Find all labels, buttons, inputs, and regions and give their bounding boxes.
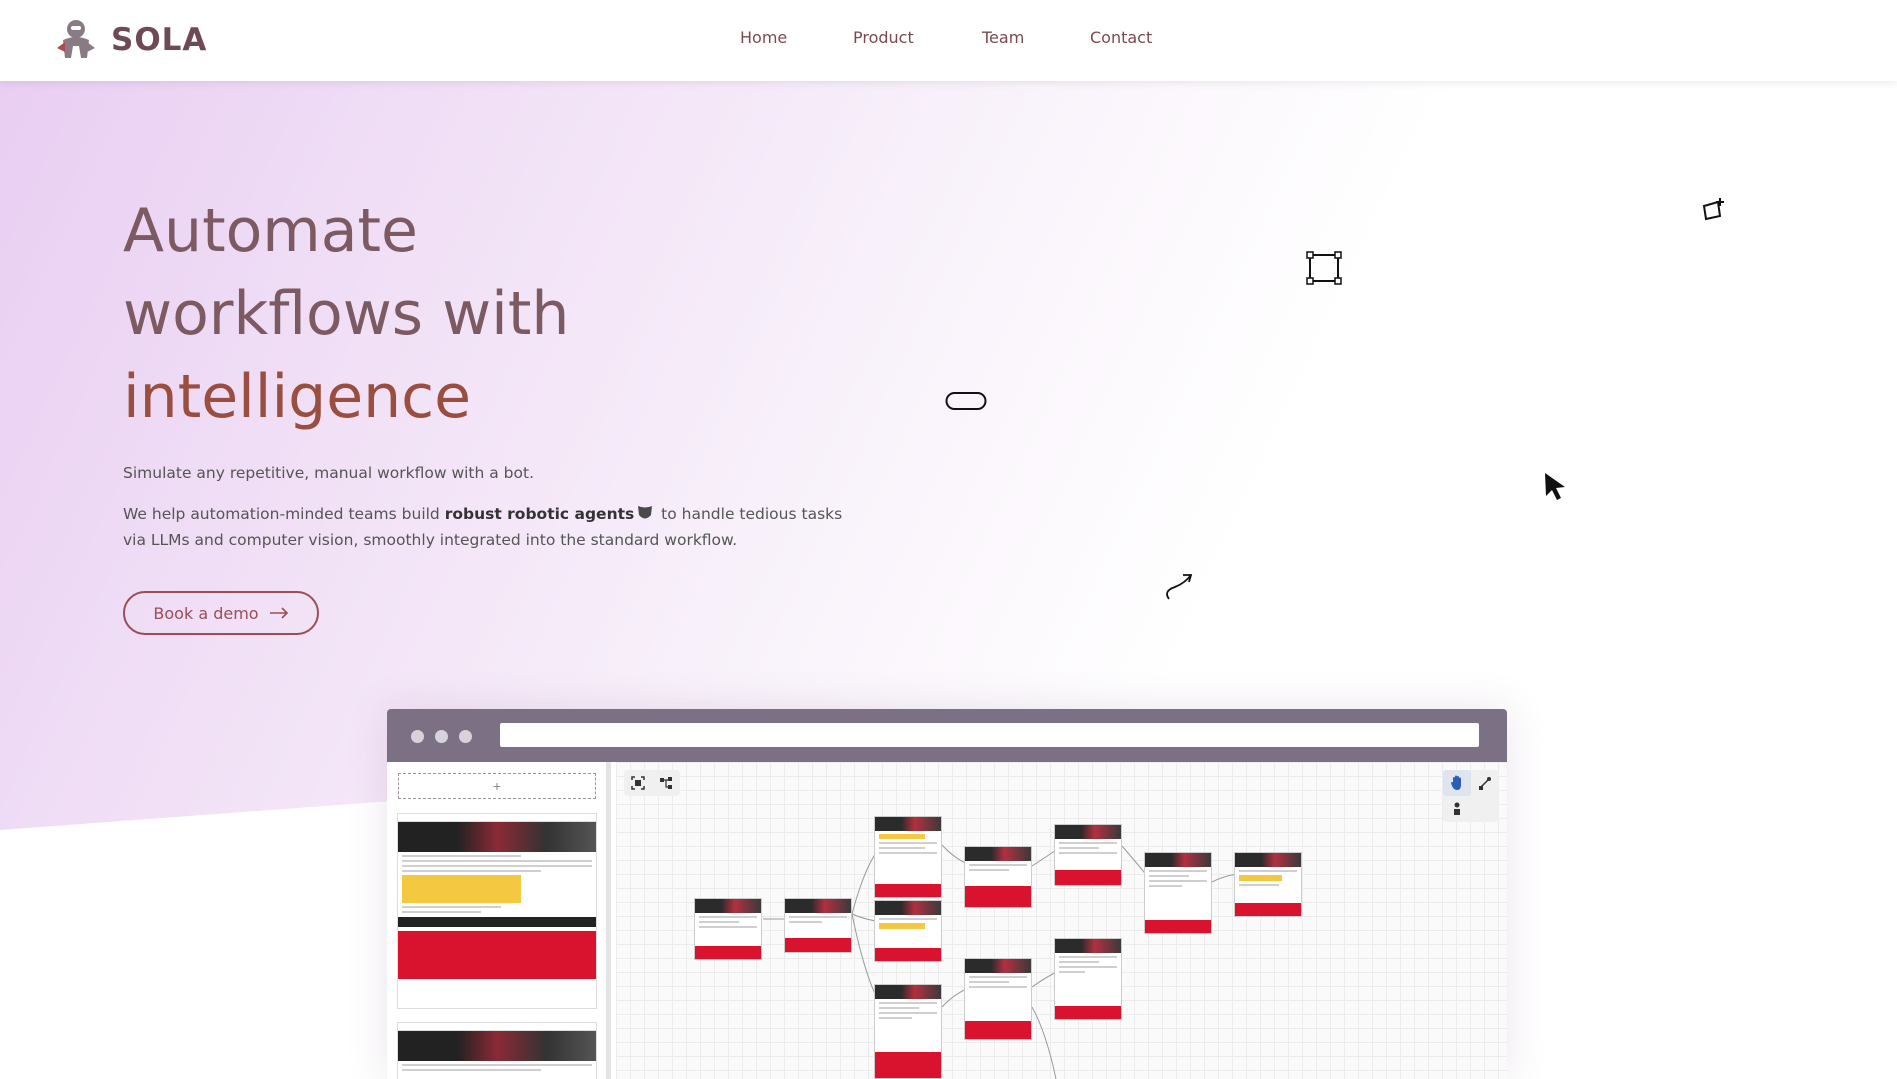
book-demo-button[interactable]: Book a demo xyxy=(123,591,319,635)
bounding-box-icon xyxy=(1306,251,1342,285)
nav-team[interactable]: Team xyxy=(982,28,1024,47)
window-dot-minimize xyxy=(435,730,448,743)
arrow-right-icon xyxy=(269,607,288,619)
pill-shape-icon xyxy=(945,392,987,410)
workflow-node[interactable] xyxy=(1234,852,1302,917)
curved-arrow-icon xyxy=(1166,574,1193,600)
window-dot-close xyxy=(411,730,424,743)
step-thumbnail[interactable] xyxy=(397,1022,597,1079)
hero-title: Automate workflows with intelligence xyxy=(123,190,823,439)
url-bar xyxy=(500,723,1479,747)
cursor-icon xyxy=(1545,473,1565,500)
step-thumbnail[interactable] xyxy=(397,813,597,1009)
nav-contact[interactable]: Contact xyxy=(1090,28,1152,47)
add-step-button[interactable]: + xyxy=(398,773,596,799)
site-header: SOLA Home Product Team Contact xyxy=(0,0,1897,81)
brand-name: SOLA xyxy=(111,22,208,58)
hero-subtitle: Simulate any repetitive, manual workflow… xyxy=(123,464,535,482)
workflow-node[interactable] xyxy=(694,898,762,960)
workflow-node[interactable] xyxy=(874,900,942,962)
window-dot-maximize xyxy=(459,730,472,743)
nav-product[interactable]: Product xyxy=(853,28,914,47)
workflow-node[interactable] xyxy=(1144,852,1212,934)
logo[interactable]: SOLA xyxy=(53,18,207,62)
robot-mask-icon xyxy=(638,506,653,519)
steps-sidebar: + xyxy=(387,762,611,1079)
workflow-node[interactable] xyxy=(1054,938,1122,1020)
workflow-node[interactable] xyxy=(874,816,942,898)
workflow-node[interactable] xyxy=(784,898,852,953)
magic-box-icon xyxy=(1702,198,1724,221)
hero-title-line3: intelligence xyxy=(123,362,472,432)
workflow-node[interactable] xyxy=(1054,824,1122,886)
hero-description: We help automation-minded teams build ro… xyxy=(123,501,843,553)
hero-desc-part1: We help automation-minded teams build xyxy=(123,505,445,523)
workflow-node[interactable] xyxy=(964,958,1032,1040)
workflow-node[interactable] xyxy=(964,846,1032,908)
workflow-canvas[interactable] xyxy=(616,762,1507,1079)
workflow-node[interactable] xyxy=(874,984,942,1079)
browser-titlebar xyxy=(387,709,1507,762)
book-demo-label: Book a demo xyxy=(153,603,259,623)
hero-title-line2: workflows with xyxy=(123,279,570,349)
hero-title-line1: Automate xyxy=(123,196,418,266)
app-preview-window: + xyxy=(387,709,1507,1079)
robot-logo-icon xyxy=(57,20,95,58)
hero-desc-bold: robust robotic agents xyxy=(444,505,635,523)
nav-home[interactable]: Home xyxy=(740,28,787,47)
